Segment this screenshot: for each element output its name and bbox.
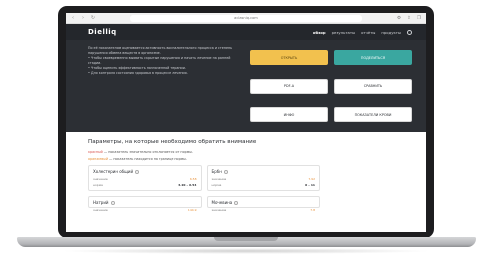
info-icon[interactable] (135, 169, 140, 174)
settings-icon[interactable]: ⚙ (396, 16, 402, 21)
param-label: значение (211, 177, 227, 182)
param-label: значение (93, 177, 108, 182)
param-card[interactable]: Мочевина значение 7.8 (206, 196, 320, 212)
logo[interactable]: Dielliq (88, 28, 117, 36)
user-icon[interactable] (407, 29, 412, 35)
intro-paragraph: • Чтобы своевременно выявить скрытые нар… (88, 55, 231, 65)
info-icon[interactable] (110, 200, 115, 205)
laptop-shadow (60, 248, 432, 254)
laptop-screen: ‹ › ↻ aclasniq.com ⚙ ⇪ ❐ Dielliq обзор р… (66, 13, 426, 232)
param-value: 7.8 (310, 208, 315, 213)
back-icon[interactable]: ‹ (70, 15, 76, 21)
param-label: значение (211, 208, 227, 213)
param-card[interactable]: Натрий значение 144.9 (88, 196, 202, 212)
legend-red-text: — показатель значительно отклоняется от … (102, 150, 193, 154)
action-tiles: ОТКРЫТЬ ПОДЕЛИТЬСЯ PDF-А СРАВНИТЬ ИНФО П… (250, 46, 412, 132)
compare-button[interactable]: СРАВНИТЬ (334, 78, 412, 94)
blood-indicators-button[interactable]: ПОКАЗАТЕЛИ КРОВИ (334, 107, 412, 123)
info-icon[interactable] (234, 200, 239, 205)
site-header: Dielliq обзор результаты отчёты продукты (66, 24, 426, 40)
forward-icon[interactable]: › (80, 15, 86, 21)
param-title: Брбн (211, 169, 222, 175)
intro-text: По её показателям оценивается активность… (88, 46, 240, 132)
param-value: 6.58 (189, 177, 197, 182)
param-range: 0 – 11 (305, 182, 315, 187)
info-button[interactable]: ИНФО (250, 107, 328, 123)
param-value: 7.92 (308, 177, 315, 182)
param-label: значение (93, 208, 108, 213)
laptop-notch (214, 237, 278, 241)
open-button[interactable]: ОТКРЫТЬ (250, 50, 328, 65)
address-text: aclasniq.com (234, 16, 258, 20)
param-range: 3.20 – 6.54 (178, 182, 197, 187)
legend-orange-label: оранжевый (88, 156, 108, 161)
intro-paragraph: По её показателям оценивается активность… (88, 46, 233, 55)
nav-item-reports[interactable]: отчёты (361, 30, 375, 35)
info-icon[interactable] (223, 169, 228, 174)
param-value: 144.9 (187, 208, 197, 213)
legend-red-label: красный (88, 150, 103, 154)
reload-icon[interactable]: ↻ (90, 15, 96, 21)
section-title: Параметры, на которые необходимо обратит… (88, 139, 257, 145)
param-title: Мочевина (211, 200, 233, 206)
address-bar[interactable]: aclasniq.com (130, 14, 362, 22)
intro-paragraph: • Для контроля состояния здоровья в проц… (88, 71, 188, 76)
main-nav: обзор результаты отчёты продукты (313, 29, 412, 35)
top-panel: По её показателям оценивается активность… (66, 40, 426, 132)
tabs-icon[interactable]: ❐ (416, 16, 422, 21)
browser-toolbar: ‹ › ↻ aclasniq.com ⚙ ⇪ ❐ (66, 13, 426, 24)
nav-item-products[interactable]: продукты (381, 30, 401, 35)
param-title: Холестерин общий (93, 169, 134, 175)
param-card[interactable]: Холестерин общий значение 6.58 норма 3.20 … (88, 165, 202, 192)
param-label: норма (211, 182, 222, 187)
legend-orange: оранжевый — показатель находится на гран… (88, 157, 288, 162)
share-icon[interactable]: ⇪ (406, 16, 412, 21)
param-title: Натрий (93, 200, 109, 206)
intro-paragraph: • Чтобы оценить эффективность назначенно… (88, 65, 186, 70)
main-content: Параметры, на которые необходимо обратит… (66, 132, 426, 212)
param-card[interactable]: Брбн значение 7.92 норма 0 – 11 (206, 165, 320, 192)
pdf-button[interactable]: PDF-А (250, 78, 328, 94)
legend-orange-text: — показатель находится на границе нормы. (107, 156, 187, 161)
param-label: норма (93, 182, 103, 187)
legend-red: красный — показатель значительно отклоня… (88, 150, 288, 155)
nav-item-overview[interactable]: обзор (313, 30, 326, 35)
parameter-cards: Холестерин общий значение 6.58 норма 3.20 … (88, 165, 320, 212)
nav-item-results[interactable]: результаты (332, 30, 355, 35)
share-button[interactable]: ПОДЕЛИТЬСЯ (334, 50, 412, 65)
